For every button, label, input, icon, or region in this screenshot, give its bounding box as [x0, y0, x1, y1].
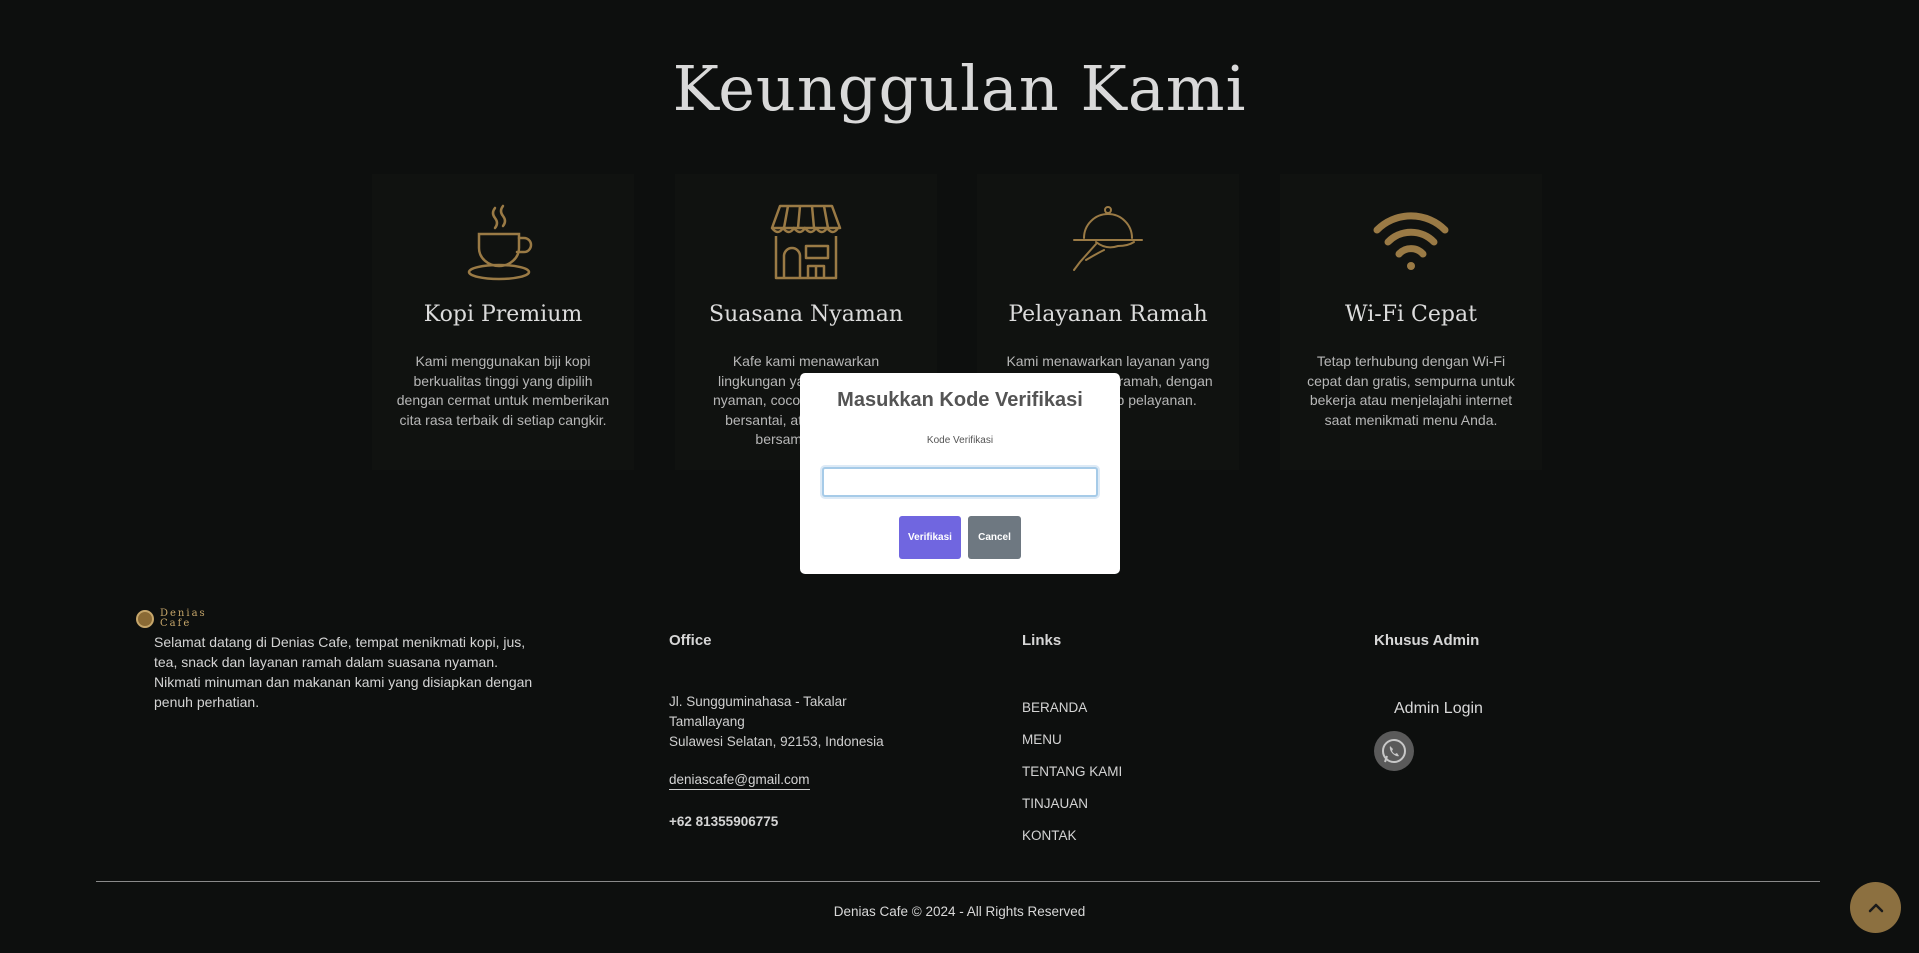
modal-title: Masukkan Kode Verifikasi	[837, 389, 1083, 411]
verification-code-label: Kode Verifikasi	[926, 435, 994, 446]
cancel-button[interactable]: Cancel	[968, 516, 1021, 559]
verification-modal: Masukkan Kode Verifikasi Kode Verifikasi…	[800, 373, 1120, 574]
verify-button[interactable]: Verifikasi	[899, 516, 961, 559]
verification-code-input[interactable]	[822, 467, 1098, 497]
